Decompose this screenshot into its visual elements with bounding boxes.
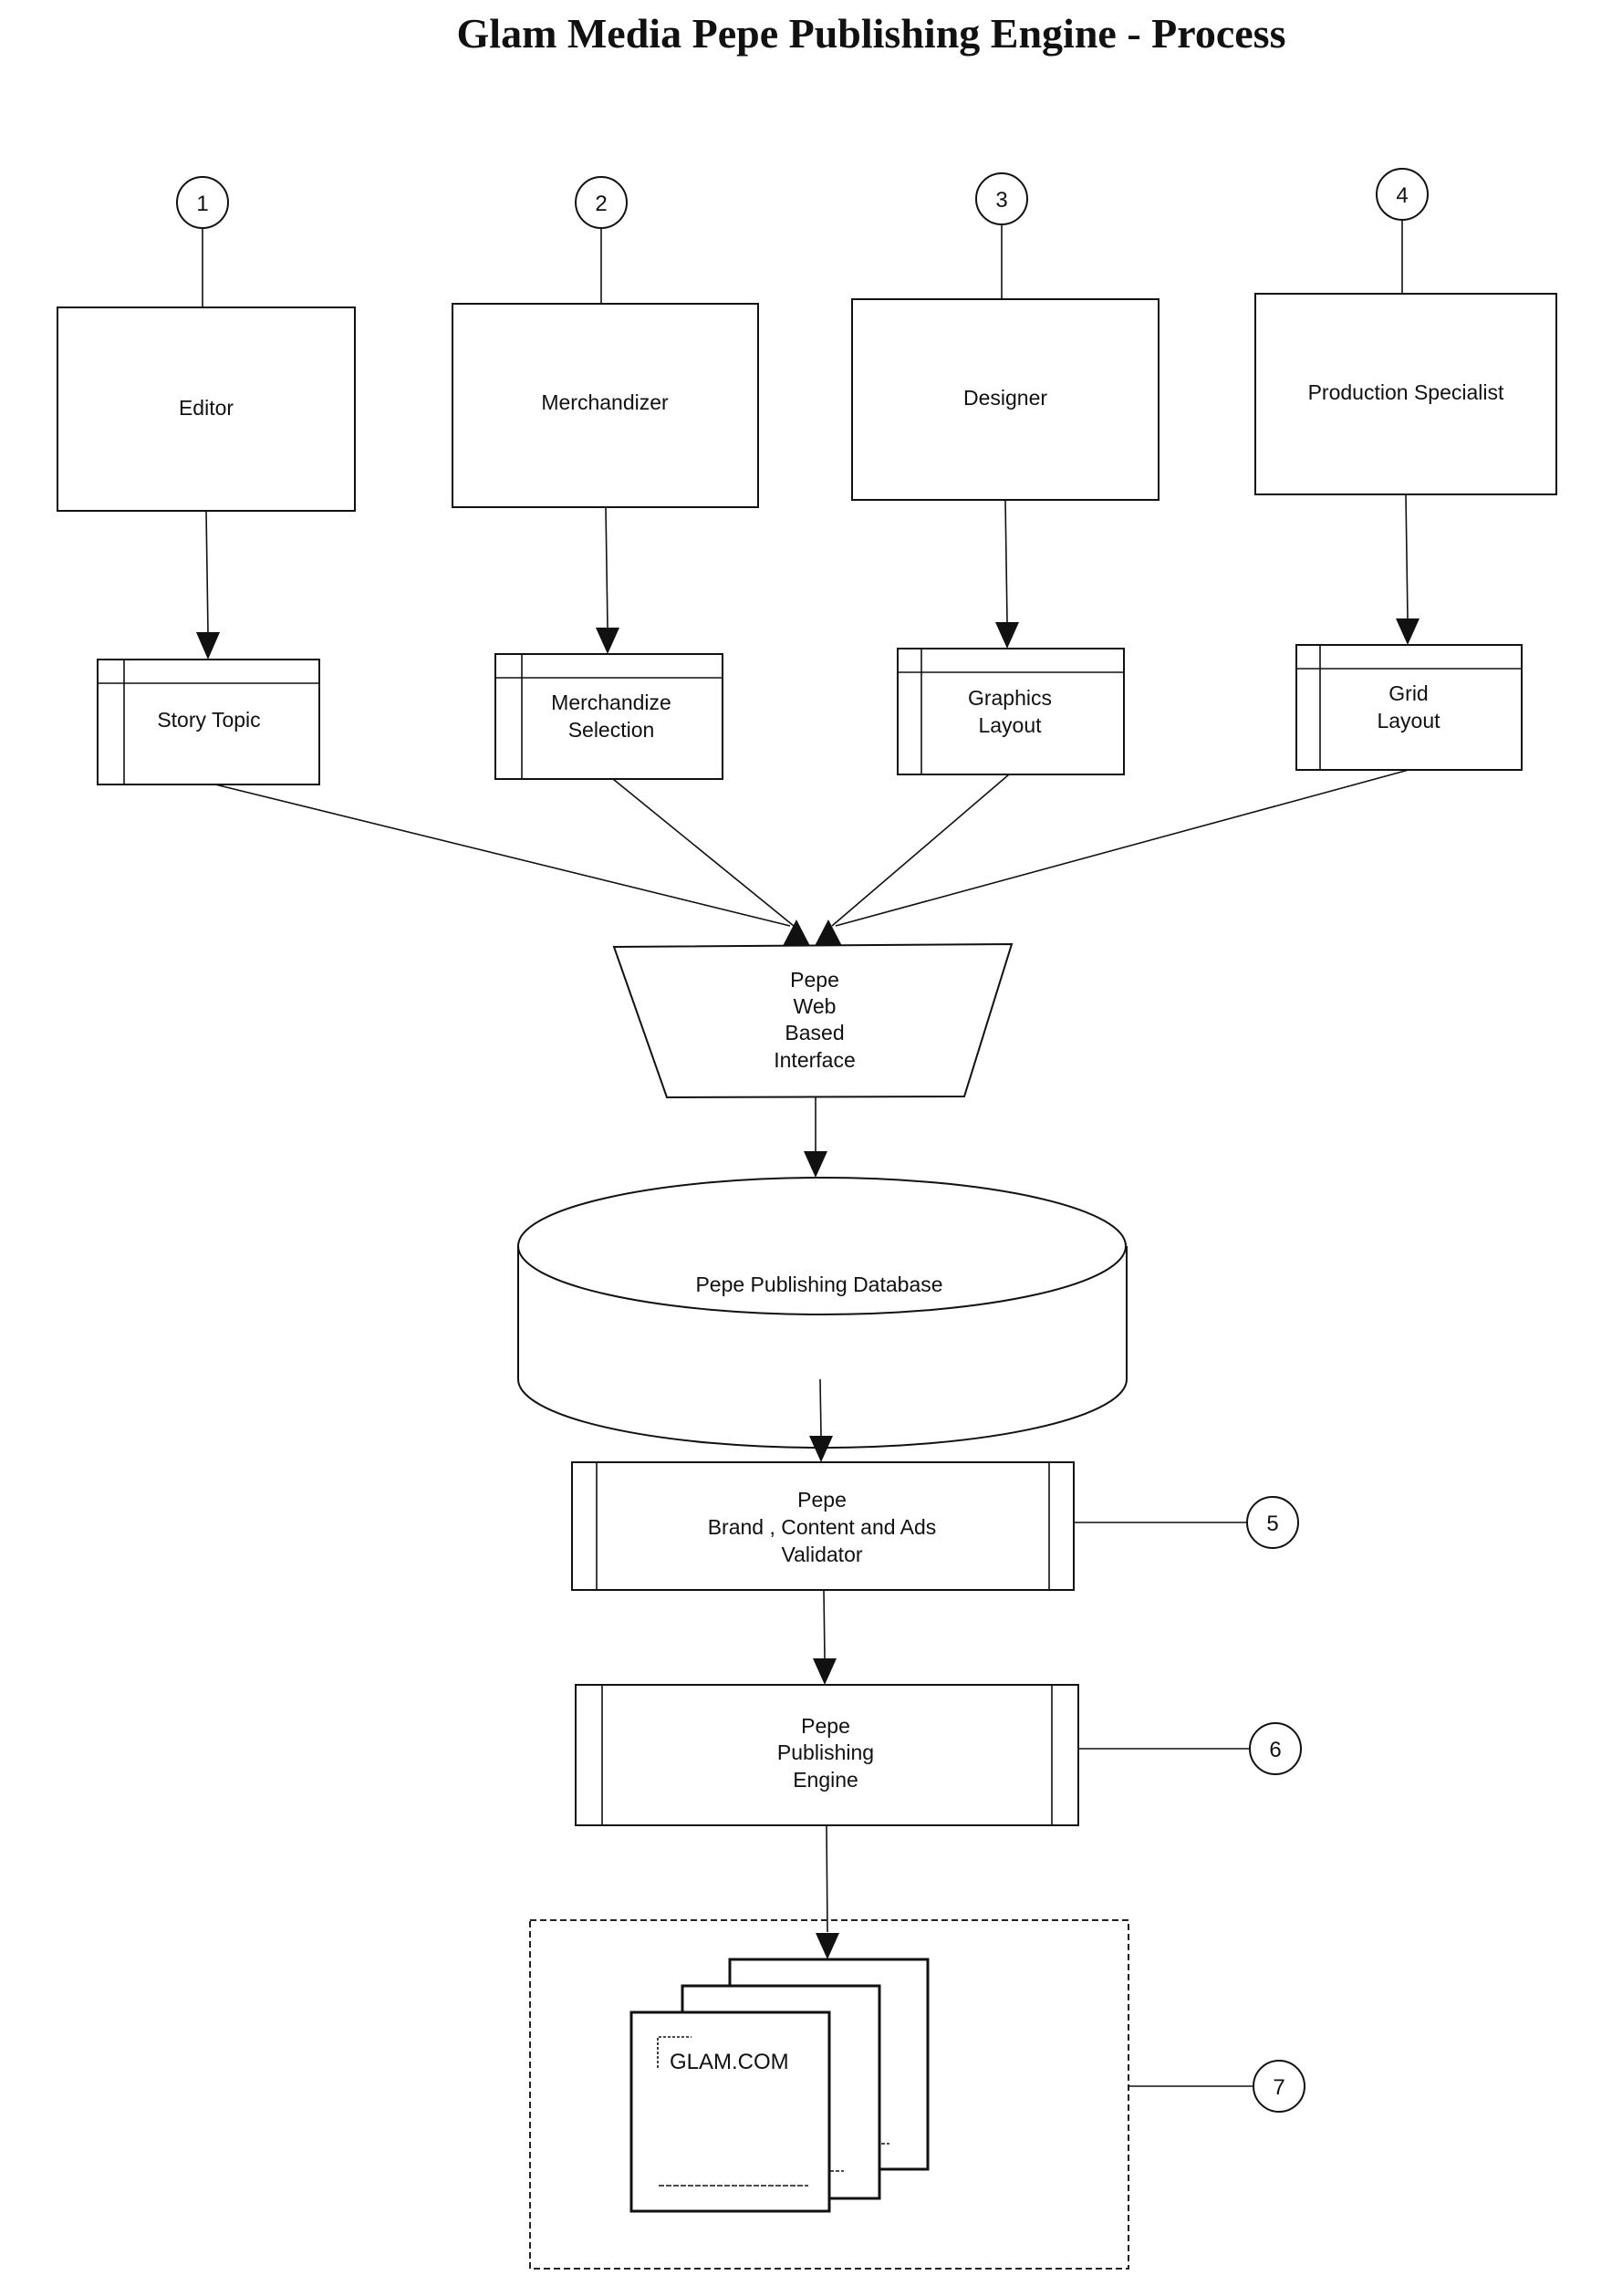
flow-line	[214, 784, 791, 927]
arrow-down-icon	[596, 628, 619, 654]
page-front	[629, 2010, 831, 2213]
arrow-down-icon	[1396, 618, 1420, 645]
step-number-3: 3	[995, 188, 1007, 213]
interface-line-3: Based	[785, 1021, 844, 1044]
flow-line	[835, 769, 1409, 927]
flow-line	[605, 506, 608, 629]
process-box-merchandize-selection	[494, 653, 723, 780]
database-label: Pepe Publishing Database	[695, 1273, 942, 1296]
flow-line	[823, 1589, 826, 1659]
interface-line-2: Web	[794, 994, 837, 1018]
database-node: Pepe Publishing Database	[517, 1177, 1128, 1449]
arrow-down-icon	[816, 1933, 839, 1959]
process-label-grid: Grid	[1388, 681, 1428, 705]
role-designer: 3 Designer Graphics Layout	[851, 172, 1160, 775]
process-label-graphics: Graphics	[968, 686, 1052, 710]
process-label-merchandize: Merchandize	[551, 691, 671, 714]
role-label-merchandizer: Merchandizer	[541, 390, 669, 414]
process-label-selection: Selection	[568, 718, 655, 742]
role-label-production-specialist: Production Specialist	[1308, 380, 1504, 404]
validator-node: Pepe Brand , Content and Ads Validator 5	[571, 1461, 1299, 1591]
process-box-grid-layout	[1295, 644, 1523, 771]
role-production-specialist: 4 Production Specialist Grid Layout	[1254, 168, 1557, 771]
role-editor: 1 Editor Story Topic	[57, 176, 356, 785]
step-number-7: 7	[1273, 2075, 1284, 2100]
arrow-up-icon	[815, 919, 842, 946]
arrow-down-icon	[196, 632, 220, 660]
role-label-designer: Designer	[963, 386, 1047, 410]
flow-line	[819, 1378, 822, 1437]
engine-line-2: Publishing	[777, 1740, 874, 1764]
validator-line-3: Validator	[781, 1543, 862, 1566]
arrow-down-icon	[804, 1151, 827, 1178]
step-number-6: 6	[1269, 1738, 1281, 1762]
role-label-editor: Editor	[179, 396, 234, 420]
publishing-engine-node: Pepe Publishing Engine 6	[575, 1684, 1302, 1826]
published-output-group: GLAM.COM 7	[529, 1919, 1305, 2270]
process-label-grid-layout: Layout	[1377, 709, 1440, 732]
step-number-4: 4	[1396, 183, 1408, 208]
step-number-5: 5	[1266, 1512, 1278, 1536]
page-site-label: GLAM.COM	[670, 2050, 789, 2074]
arrow-up-icon	[783, 919, 810, 946]
step-number-2: 2	[595, 192, 607, 216]
arrow-down-icon	[813, 1658, 837, 1685]
flow-line	[205, 510, 209, 633]
process-label-layout: Layout	[978, 713, 1042, 737]
web-interface-node: Pepe Web Based Interface	[612, 942, 1014, 1099]
process-label-story-topic: Story Topic	[157, 708, 260, 732]
step-number-1: 1	[196, 192, 208, 216]
flow-line	[1405, 493, 1409, 619]
arrow-down-icon	[995, 622, 1019, 649]
process-diagram: Glam Media Pepe Publishing Engine - Proc…	[57, 10, 1557, 2270]
engine-line-1: Pepe	[801, 1714, 850, 1738]
validator-line-1: Pepe	[797, 1488, 847, 1512]
diagram-title: Glam Media Pepe Publishing Engine - Proc…	[457, 10, 1286, 57]
interface-line-4: Interface	[774, 1048, 856, 1072]
engine-line-3: Engine	[793, 1768, 858, 1792]
arrow-down-icon	[809, 1436, 833, 1462]
process-box-graphics-layout	[897, 648, 1125, 775]
converging-flows	[214, 769, 1409, 946]
role-merchandizer: 2 Merchandizer Merchandize Selection	[452, 176, 759, 780]
validator-line-2: Brand , Content and Ads	[708, 1515, 937, 1539]
flow-line	[1004, 499, 1008, 623]
interface-line-1: Pepe	[790, 968, 839, 992]
